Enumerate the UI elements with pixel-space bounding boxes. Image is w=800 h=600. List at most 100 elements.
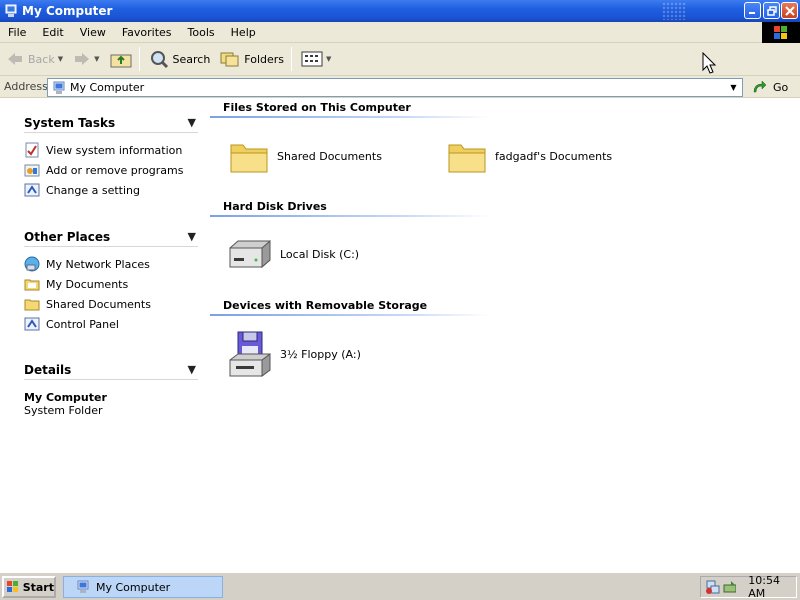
system-tasks-title: System Tasks (24, 115, 116, 130)
group-divider (210, 314, 490, 316)
item-user-documents[interactable]: fadgadf's Documents (447, 137, 612, 175)
link-my-network-places[interactable]: My Network Places (24, 255, 150, 273)
views-dropdown-icon[interactable]: ▼ (326, 55, 331, 63)
forward-arrow-icon (75, 53, 90, 65)
menu-tools[interactable]: Tools (180, 26, 223, 39)
link-label: My Network Places (46, 257, 150, 271)
toolbar-separator (138, 47, 140, 71)
item-shared-documents[interactable]: Shared Documents (229, 137, 382, 175)
my-computer-icon (77, 580, 89, 593)
start-button[interactable]: Start (2, 576, 56, 598)
collapse-arrow-icon[interactable]: ▼ (188, 363, 196, 376)
link-label: View system information (46, 143, 183, 157)
address-dropdown-icon[interactable]: ▼ (726, 80, 741, 95)
link-shared-documents[interactable]: Shared Documents (24, 295, 151, 313)
address-bar: Address My Computer ▼ Go (0, 76, 800, 98)
toolbar-separator (291, 47, 293, 71)
system-info-icon (24, 142, 40, 158)
add-remove-programs-icon (24, 162, 40, 178)
link-view-system-information[interactable]: View system information (24, 141, 182, 159)
item-label: 3½ Floppy (A:) (280, 347, 361, 361)
address-field[interactable]: My Computer ▼ (47, 78, 743, 97)
forward-button[interactable]: ▼ (69, 46, 103, 72)
other-places-header[interactable]: Other Places ▼ (24, 227, 198, 247)
link-label: Add or remove programs (46, 163, 184, 177)
link-add-remove-programs[interactable]: Add or remove programs (24, 161, 184, 179)
clock[interactable]: 10:54 AM (748, 574, 796, 600)
safely-remove-hardware-icon[interactable] (722, 579, 737, 595)
my-computer-icon (5, 4, 17, 17)
floppy-drive-icon (229, 331, 271, 377)
go-button[interactable]: Go (751, 79, 788, 95)
details-item-name: My Computer (24, 391, 107, 404)
menu-help[interactable]: Help (223, 26, 264, 39)
address-label: Address (4, 80, 48, 93)
go-label: Go (773, 80, 789, 94)
item-floppy-a[interactable]: 3½ Floppy (A:) (226, 330, 361, 378)
item-label: fadgadf's Documents (495, 149, 613, 163)
minimize-button[interactable] (744, 2, 761, 19)
item-label: Shared Documents (277, 149, 382, 163)
search-label: Search (172, 52, 211, 66)
taskbar-button-my-computer[interactable]: My Computer (63, 576, 223, 598)
my-documents-icon (24, 276, 40, 292)
start-label: Start (22, 580, 54, 594)
control-panel-icon (24, 182, 40, 198)
back-arrow-icon (8, 53, 22, 65)
back-button[interactable]: Back ▼ (2, 46, 67, 72)
restore-button[interactable] (763, 2, 780, 19)
network-status-icon[interactable] (705, 579, 720, 595)
network-places-icon (24, 256, 40, 272)
system-tasks-header[interactable]: System Tasks ▼ (24, 113, 198, 133)
title-bar[interactable]: My Computer (0, 0, 800, 22)
link-change-setting[interactable]: Change a setting (24, 181, 140, 199)
search-button[interactable]: Search (145, 46, 215, 72)
menu-file[interactable]: File (0, 26, 34, 39)
taskbar-button-label: My Computer (96, 580, 171, 594)
minimize-icon (749, 12, 755, 14)
close-button[interactable] (781, 2, 798, 19)
close-icon (784, 5, 795, 16)
folders-icon (220, 52, 239, 67)
folder-icon (448, 144, 486, 173)
toolbar: Back ▼ ▼ Search Folders ▼ (0, 43, 800, 76)
shared-folder-icon (24, 296, 40, 312)
windows-logo-icon (762, 22, 800, 43)
mouse-cursor-icon (702, 52, 717, 74)
folders-label: Folders (244, 52, 285, 66)
task-pane: System Tasks ▼ View system information A… (0, 98, 210, 572)
link-control-panel[interactable]: Control Panel (24, 315, 119, 333)
folders-button[interactable]: Folders (216, 46, 288, 72)
folder-icon (230, 144, 268, 173)
item-local-disk-c[interactable]: Local Disk (C:) (226, 238, 359, 270)
group-header-removable: Devices with Removable Storage (223, 299, 428, 312)
group-header-files: Files Stored on This Computer (223, 101, 411, 114)
item-label: Local Disk (C:) (280, 247, 360, 261)
group-divider (210, 215, 490, 217)
forward-dropdown-icon[interactable]: ▼ (94, 55, 99, 63)
link-label: My Documents (46, 277, 129, 291)
collapse-arrow-icon[interactable]: ▼ (188, 230, 196, 243)
menu-view[interactable]: View (72, 26, 114, 39)
system-tray: 10:54 AM (700, 574, 797, 600)
views-button[interactable]: ▼ (297, 46, 335, 72)
window-title: My Computer (22, 4, 113, 18)
taskbar: Start My Computer 10:54 AM (0, 572, 800, 600)
up-folder-button[interactable] (106, 46, 136, 72)
menu-favorites[interactable]: Favorites (114, 26, 180, 39)
windows-logo-icon (7, 581, 18, 592)
control-panel-icon (24, 316, 40, 332)
back-dropdown-icon[interactable]: ▼ (58, 55, 63, 63)
collapse-arrow-icon[interactable]: ▼ (188, 116, 196, 129)
group-header-hard-disks: Hard Disk Drives (223, 200, 327, 213)
details-header[interactable]: Details ▼ (24, 360, 198, 380)
details-title: Details (24, 362, 72, 377)
hard-disk-icon (229, 239, 271, 269)
group-divider (210, 116, 490, 118)
go-arrow-icon (753, 80, 767, 93)
details-item-type: System Folder (24, 404, 103, 417)
link-my-documents[interactable]: My Documents (24, 275, 128, 293)
other-places-title: Other Places (24, 229, 111, 244)
menu-edit[interactable]: Edit (34, 26, 71, 39)
link-label: Control Panel (46, 317, 119, 331)
